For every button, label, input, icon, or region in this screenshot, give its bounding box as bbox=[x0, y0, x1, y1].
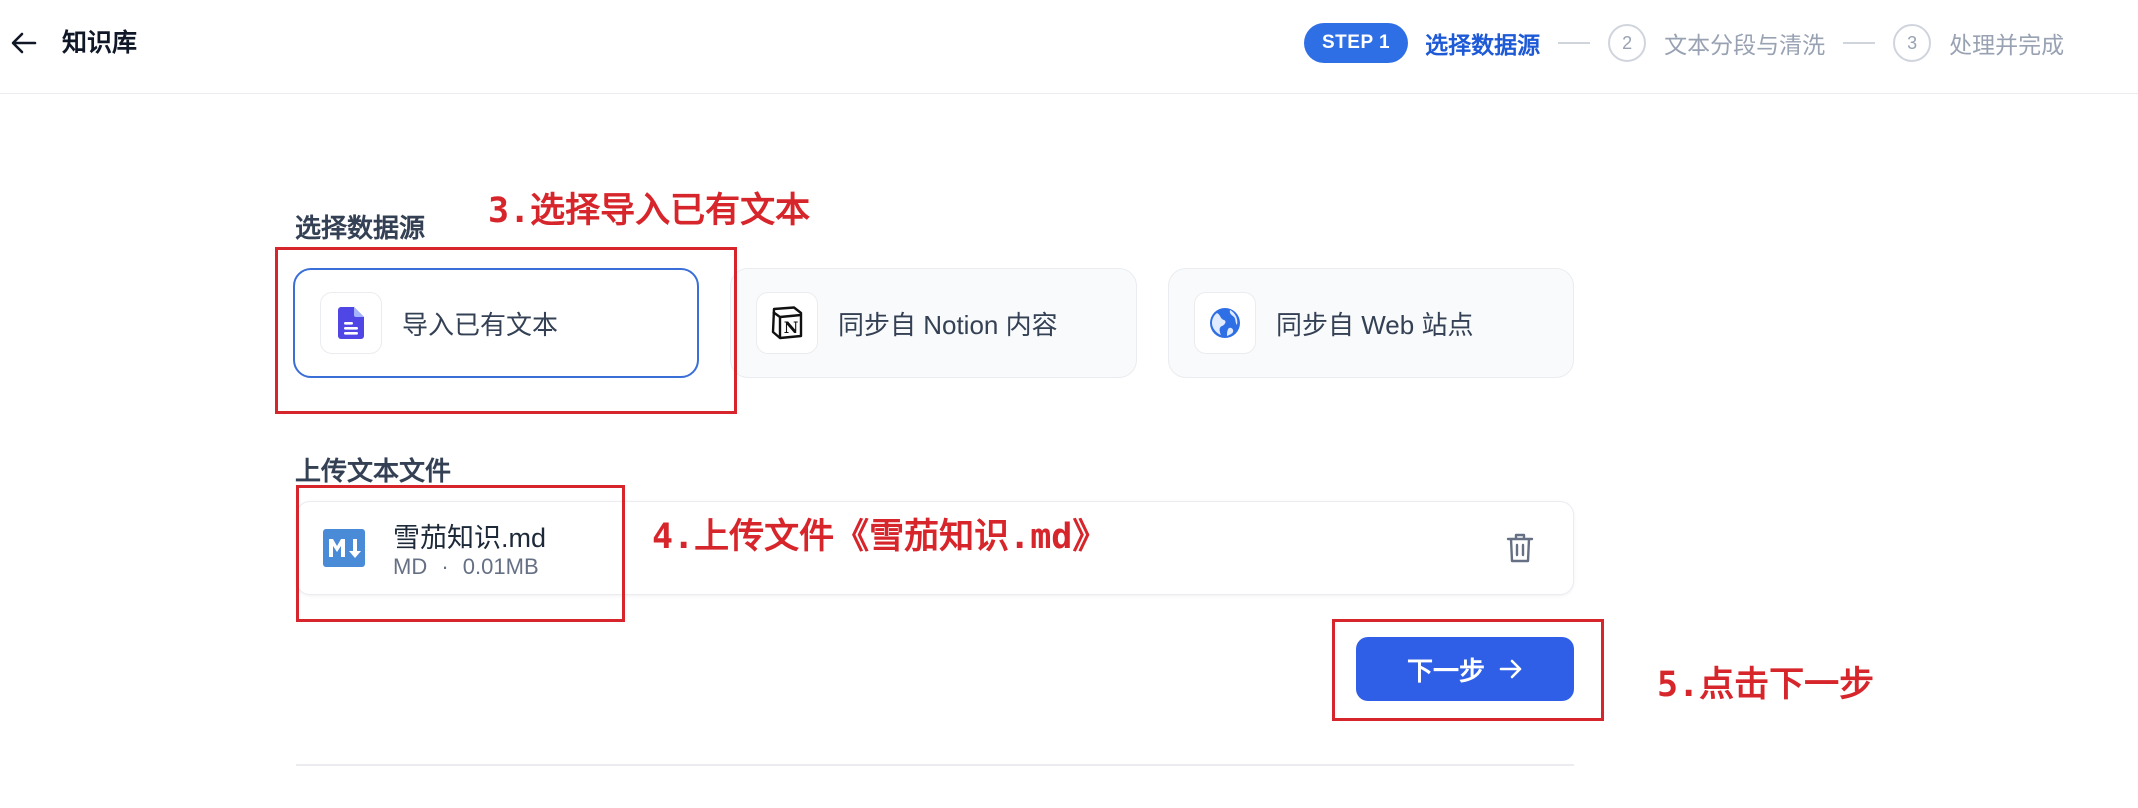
step-2-number: 2 bbox=[1608, 24, 1647, 62]
source-icon-box: N bbox=[756, 292, 818, 354]
globe-icon bbox=[1210, 308, 1240, 338]
step-1-badge: STEP 1 bbox=[1304, 23, 1409, 63]
source-icon-box bbox=[1194, 292, 1256, 354]
annotation-step3: 3.选择导入已有文本 bbox=[488, 191, 811, 231]
top-bar: 知识库 STEP 1 选择数据源 2 文本分段与清洗 3 处理并完成 bbox=[0, 0, 2138, 94]
data-source-heading: 选择数据源 bbox=[295, 213, 426, 243]
source-option-label: 同步自 Notion 内容 bbox=[838, 309, 1058, 340]
step-1-label: 选择数据源 bbox=[1425, 32, 1541, 58]
annotation-step4: 4.上传文件《雪茄知识.md》 bbox=[652, 517, 1108, 557]
source-option-notion[interactable]: N 同步自 Notion 内容 bbox=[730, 268, 1137, 378]
page-title: 知识库 bbox=[62, 29, 138, 57]
trash-icon bbox=[1506, 533, 1534, 563]
source-option-label: 同步自 Web 站点 bbox=[1276, 309, 1474, 340]
annotation-step5: 5.点击下一步 bbox=[1657, 665, 1875, 705]
step-3-number: 3 bbox=[1893, 24, 1932, 62]
notion-icon: N bbox=[771, 306, 803, 340]
back-button[interactable] bbox=[8, 27, 40, 59]
svg-text:N: N bbox=[784, 318, 799, 337]
delete-file-button[interactable] bbox=[1505, 532, 1537, 566]
step-2-label: 文本分段与清洗 bbox=[1664, 32, 1826, 58]
annotation-box-step3 bbox=[275, 247, 737, 414]
source-option-web[interactable]: 同步自 Web 站点 bbox=[1168, 268, 1574, 378]
annotation-box-step5 bbox=[1332, 619, 1604, 721]
stepper: STEP 1 选择数据源 2 文本分段与清洗 3 处理并完成 bbox=[1304, 22, 2064, 64]
step-divider bbox=[1558, 42, 1591, 44]
step-divider bbox=[1843, 42, 1876, 44]
upload-heading: 上传文本文件 bbox=[295, 456, 452, 486]
arrow-left-icon bbox=[11, 32, 37, 54]
annotation-box-step4 bbox=[296, 485, 625, 622]
section-divider bbox=[296, 764, 1574, 766]
step-3-label: 处理并完成 bbox=[1949, 32, 2065, 58]
